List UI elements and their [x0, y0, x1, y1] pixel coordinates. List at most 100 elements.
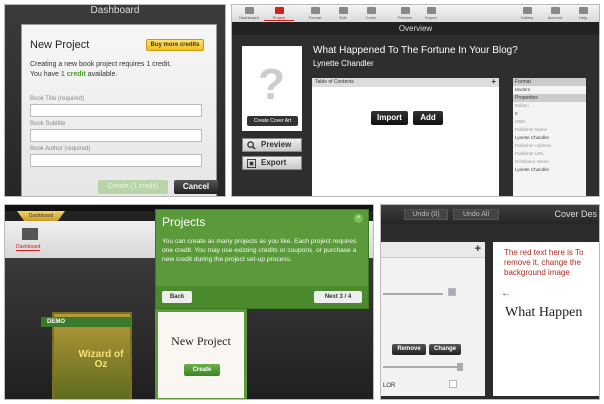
- property-label: Publisher Address: [515, 143, 552, 148]
- change-button[interactable]: Change: [429, 344, 461, 355]
- table-of-contents: Table of Contents + Import Add: [312, 77, 499, 196]
- checkbox[interactable]: [449, 380, 457, 388]
- remove-button[interactable]: Remove: [392, 344, 426, 355]
- property-value[interactable]: Lynette Chandler: [513, 134, 586, 142]
- toc-header: Table of Contents +: [312, 77, 499, 87]
- toolbar-label: Gallery: [520, 15, 534, 20]
- dashboard-tab[interactable]: Dashboard: [17, 211, 65, 221]
- new-project-panel: Dashboard New Project Buy more credits C…: [4, 4, 226, 197]
- cancel-button[interactable]: Cancel: [174, 180, 218, 194]
- new-project-title: New Project: [171, 334, 231, 348]
- property-label: Edition: [515, 103, 529, 108]
- cover-designer-panel: Undo (0) Undo All Cover Des + Remove Cha…: [380, 204, 600, 400]
- export-button[interactable]: Export: [242, 156, 302, 170]
- format-value[interactable]: Modern: [513, 86, 586, 94]
- book-author-input[interactable]: [30, 154, 202, 167]
- create-credit-button[interactable]: Create (1 credit): [98, 180, 168, 194]
- back-button[interactable]: Back: [162, 291, 192, 303]
- toolbar-gallery[interactable]: Gallery: [512, 7, 542, 20]
- toolbar-help[interactable]: Help: [568, 7, 598, 20]
- dashboard-icon: [244, 7, 254, 14]
- toolbar-cover[interactable]: Cover: [356, 7, 386, 20]
- overview-panel: Dashboard Project Format Edit Cover Prev…: [231, 4, 600, 197]
- toolbar-edit[interactable]: Edit: [328, 7, 358, 20]
- property-label: Publisher URL: [515, 151, 545, 156]
- property-label: Distributor Name: [515, 159, 549, 164]
- credit-count: 1 credit: [60, 71, 86, 78]
- plus-icon[interactable]: +: [475, 243, 481, 255]
- toolbar-dashboard[interactable]: Dashboard: [234, 7, 264, 20]
- toolbar-label: Format: [308, 15, 322, 20]
- magnifier-icon: [247, 141, 256, 150]
- toolbar-label: Project: [272, 15, 286, 20]
- format-header: Format: [513, 78, 586, 86]
- cover-icon: [366, 7, 376, 14]
- color-swatch[interactable]: [448, 288, 456, 296]
- gallery-icon: [522, 7, 532, 14]
- cover-designer-title: Cover Des: [554, 209, 597, 219]
- nav-dashboard-label[interactable]: Dashboard: [16, 244, 41, 251]
- preview-icon: [400, 7, 410, 14]
- color-label: LOR: [383, 383, 396, 389]
- account-icon: [550, 7, 560, 14]
- book-subtitle-input[interactable]: [30, 129, 202, 142]
- create-cover-art-button[interactable]: Create Cover Art: [247, 116, 298, 126]
- book-title-input[interactable]: [30, 104, 202, 117]
- undo-all-button[interactable]: Undo All: [453, 209, 499, 220]
- credit-available-suffix: available.: [85, 71, 118, 78]
- toolbar-label: Cover: [365, 15, 377, 20]
- toolbar-label: Account: [547, 15, 563, 20]
- toolbar-label: Help: [578, 15, 588, 20]
- close-icon[interactable]: ×: [354, 214, 363, 223]
- header-title: Dashboard: [90, 5, 140, 16]
- toc-header-label: Table of Contents: [315, 79, 354, 85]
- property-value[interactable]: Lynette Chandler: [513, 166, 586, 174]
- toolbar-format[interactable]: Format: [300, 7, 330, 20]
- credit-available-text: You have 1 credit available.: [30, 71, 117, 78]
- book-author: Lynette Chandler: [313, 59, 374, 68]
- preview-button[interactable]: Preview: [242, 138, 302, 152]
- book-title: What Happened To The Fortune In Your Blo…: [313, 45, 518, 56]
- toolbar-export[interactable]: Export: [416, 7, 446, 20]
- toolbar-project[interactable]: Project: [264, 7, 294, 21]
- create-button[interactable]: Create: [184, 364, 220, 376]
- editor-header: +: [381, 242, 485, 258]
- book-title-label: Book Title (required): [30, 96, 85, 102]
- slider-track[interactable]: [383, 366, 461, 368]
- tooltip-body: You can create as many projects as you l…: [162, 238, 357, 263]
- cover-editor: + Remove Change LOR: [381, 242, 485, 396]
- preview-title[interactable]: What Happen: [505, 305, 582, 321]
- cover-placeholder: ? Create Cover Art: [242, 46, 302, 131]
- help-icon: [578, 7, 588, 14]
- plus-icon[interactable]: +: [491, 77, 496, 86]
- preview-label: Preview: [261, 140, 292, 149]
- section-title: Overview: [232, 22, 599, 35]
- format-icon: [310, 7, 320, 14]
- slider-handle[interactable]: [457, 363, 463, 371]
- new-project-card: New Project Create: [155, 309, 247, 399]
- film-icon: [247, 159, 256, 168]
- dialog-title: New Project: [30, 39, 90, 51]
- toolbar-account[interactable]: Account: [540, 7, 570, 20]
- property-label: Publisher Name: [515, 127, 548, 132]
- thumbnail-title: Wizard of Oz: [78, 349, 124, 370]
- slider-track[interactable]: [383, 293, 443, 295]
- edit-icon: [338, 7, 348, 14]
- undo-button[interactable]: Undo (0): [404, 209, 448, 220]
- credit-requirement-text: Creating a new book project requires 1 c…: [30, 61, 172, 68]
- property-label: ISBN: [515, 119, 526, 124]
- next-button[interactable]: Next 3 / 4: [314, 291, 362, 303]
- export-label: Export: [261, 158, 287, 167]
- add-button[interactable]: Add: [413, 111, 443, 125]
- top-bar: Undo (0) Undo All Cover Des: [381, 205, 599, 224]
- hint-text: The red text here is To remove it, chang…: [504, 248, 584, 277]
- import-button[interactable]: Import: [371, 111, 408, 125]
- bookshelf-icon[interactable]: [22, 228, 38, 240]
- projects-tooltip: Projects × You can create as many projec…: [155, 209, 369, 309]
- new-project-card-body: New Project Create: [158, 312, 244, 398]
- buy-credits-button[interactable]: Buy more credits: [146, 39, 204, 51]
- toolbar-label: Export: [425, 15, 437, 20]
- arrow-left-icon: ←: [501, 288, 511, 299]
- projects-dashboard-panel: Dashboard Dashboard Wizard of Oz DEMO Ne…: [4, 204, 374, 400]
- property-value[interactable]: 0: [513, 110, 586, 118]
